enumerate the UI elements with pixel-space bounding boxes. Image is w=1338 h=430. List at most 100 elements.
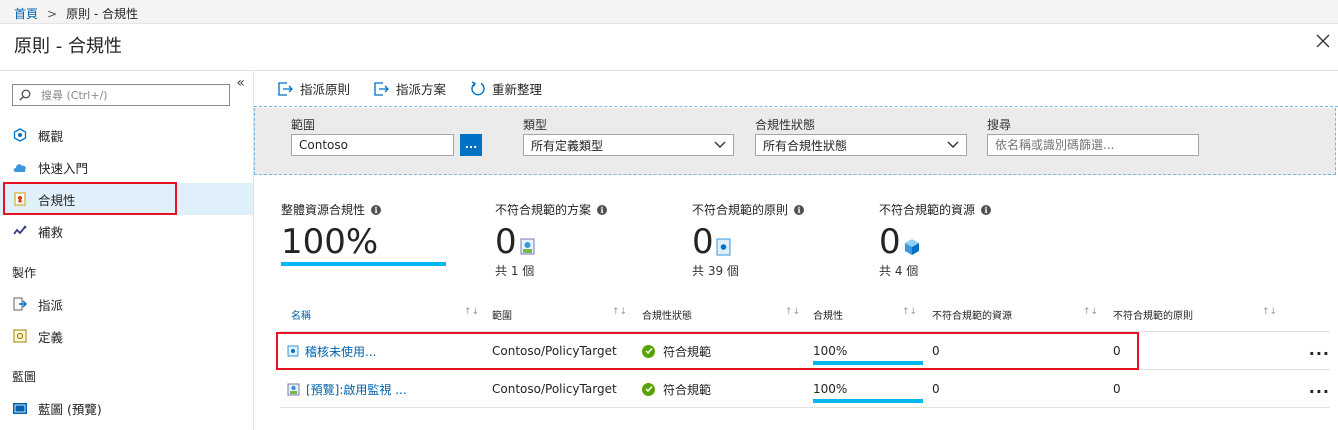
state-dropdown[interactable]: 所有合規性狀態 — [755, 134, 967, 156]
collapse-sidebar-icon[interactable]: « — [236, 75, 245, 91]
sidebar-search[interactable] — [12, 84, 230, 106]
sidebar-item-label: 指派 — [38, 297, 64, 313]
stat-overall-value: 100% — [281, 222, 379, 262]
more-options-icon[interactable]: ... — [1309, 340, 1330, 359]
sidebar-item-label: 概觀 — [38, 128, 64, 144]
sidebar-item-quickstart[interactable]: 快速入門 — [0, 151, 253, 183]
sidebar-item-definitions[interactable]: 定義 — [0, 320, 253, 352]
filter-search-input[interactable] — [987, 134, 1199, 156]
remediation-icon — [12, 223, 28, 239]
table-row[interactable]: [預覽]:啟用監視 ... Contoso/PolicyTarget 符合規範 … — [280, 370, 1330, 408]
info-icon[interactable]: i — [981, 204, 992, 215]
state-label: 合規性狀態 — [755, 118, 816, 132]
stat-initiatives-sub: 共 1 個 — [495, 264, 535, 278]
overview-icon — [12, 127, 28, 143]
sidebar-search-input[interactable] — [41, 88, 211, 102]
stat-resources-value: 0 — [879, 222, 901, 262]
column-header-scope[interactable]: 範圍 — [492, 303, 512, 325]
scope-picker-button[interactable]: ... — [460, 134, 482, 156]
sort-icon[interactable]: ↑↓ — [464, 307, 479, 317]
row-name-label: [預覽]:啟用監視 ... — [306, 382, 407, 397]
initiative-icon — [520, 238, 535, 255]
stat-policies-value: 0 — [692, 222, 714, 262]
assign-initiative-label: 指派方案 — [396, 82, 447, 97]
breadcrumb-home-link[interactable]: 首頁 — [14, 5, 38, 22]
sidebar-item-label: 藍圖 (預覽) — [38, 401, 102, 417]
assign-icon — [278, 81, 293, 96]
type-dropdown-value: 所有定義類型 — [531, 138, 604, 153]
stat-overall-bar — [281, 262, 446, 266]
definition-icon — [12, 328, 28, 344]
state-dropdown-value: 所有合規性狀態 — [763, 138, 848, 153]
top-bar: 首頁 > 原則 - 合規性 — [0, 0, 1338, 24]
row-noncompliant-policies: 0 — [1113, 382, 1121, 396]
sort-icon[interactable]: ↑↓ — [902, 307, 917, 317]
sort-icon[interactable]: ↑↓ — [1262, 307, 1277, 317]
column-header-noncompliant-resources[interactable]: 不符合規範的資源 — [932, 303, 1012, 325]
column-header-name[interactable]: 名稱 — [291, 303, 311, 325]
row-compliance-value: 100% — [813, 382, 848, 396]
breadcrumb: 首頁 > 原則 - 合規性 — [14, 5, 138, 22]
section-blueprints: 藍圖 — [12, 370, 37, 384]
cube-icon — [904, 239, 919, 255]
stat-resources-label: 不符合規範的資源 — [879, 203, 976, 217]
stat-overall: 整體資源合規性 i 100% — [281, 201, 446, 266]
scope-field[interactable]: Contoso — [291, 134, 454, 156]
stat-overall-label: 整體資源合規性 — [281, 203, 366, 217]
assign-initiative-button[interactable]: 指派方案 — [374, 79, 446, 98]
sidebar: « 概觀 快速入門 合規性 補救 製作 指派 — [0, 71, 254, 430]
column-header-state[interactable]: 合規性狀態 — [642, 303, 692, 325]
type-label: 類型 — [523, 118, 548, 132]
refresh-label: 重新整理 — [492, 82, 543, 97]
assign-icon — [12, 296, 28, 312]
chevron-down-icon — [947, 141, 959, 148]
breadcrumb-current: 原則 - 合規性 — [66, 7, 139, 21]
sidebar-item-remediation[interactable]: 補救 — [0, 215, 253, 247]
chevron-down-icon — [714, 141, 726, 148]
assign-policy-label: 指派原則 — [300, 82, 351, 97]
stat-policies: 不符合規範的原則 i 0 共 39 個 — [692, 201, 805, 279]
sidebar-item-label: 定義 — [38, 329, 64, 345]
filter-panel: 範圍 Contoso ... 類型 所有定義類型 合規性狀態 所有合規性狀態 搜… — [254, 108, 1336, 175]
sort-icon[interactable]: ↑↓ — [612, 307, 627, 317]
stat-initiatives-label: 不符合規範的方案 — [495, 203, 592, 217]
sidebar-item-blueprints[interactable]: 藍圖 (預覽) — [0, 392, 253, 424]
row-selection-highlight — [276, 332, 1139, 370]
refresh-button[interactable]: 重新整理 — [470, 79, 542, 98]
refresh-icon — [471, 80, 485, 95]
info-icon[interactable]: i — [597, 204, 608, 215]
section-authoring: 製作 — [12, 266, 37, 280]
initiative-icon — [287, 383, 300, 395]
assign-policy-button[interactable]: 指派原則 — [278, 79, 350, 98]
row-compliance: 100% — [813, 370, 933, 408]
compliance-selection-highlight — [3, 182, 177, 215]
stat-resources-sub: 共 4 個 — [879, 264, 919, 278]
more-options-icon[interactable]: ... — [1309, 378, 1330, 397]
scope-label: 範圍 — [291, 118, 316, 132]
stat-policies-label: 不符合規範的原則 — [692, 203, 789, 217]
sidebar-item-assignments[interactable]: 指派 — [0, 288, 253, 320]
sidebar-item-label: 補救 — [38, 224, 64, 240]
stat-initiatives: 不符合規範的方案 i 0 共 1 個 — [495, 201, 608, 279]
column-header-compliance[interactable]: 合規性 — [813, 303, 843, 325]
info-icon[interactable]: i — [794, 204, 805, 215]
row-noncompliant-resources: 0 — [932, 382, 940, 396]
row-compliance-bar — [813, 399, 923, 403]
sidebar-item-overview[interactable]: 概觀 — [0, 119, 253, 151]
column-header-noncompliant-policies[interactable]: 不符合規範的原則 — [1113, 303, 1193, 325]
main-content: 指派原則 指派方案 重新整理 範圍 Contoso ... 類型 所有定義類型 … — [254, 71, 1338, 430]
row-scope: Contoso/PolicyTarget — [492, 382, 617, 396]
close-icon[interactable] — [1314, 32, 1332, 50]
blueprint-icon — [12, 400, 28, 416]
row-name-link[interactable]: [預覽]:啟用監視 ... — [287, 370, 407, 408]
assign-icon — [374, 81, 389, 96]
check-circle-icon — [642, 382, 655, 396]
sort-icon[interactable]: ↑↓ — [785, 307, 800, 317]
sort-icon[interactable]: ↑↓ — [1083, 307, 1098, 317]
breadcrumb-separator-icon: > — [47, 6, 58, 21]
type-dropdown[interactable]: 所有定義類型 — [523, 134, 734, 156]
stat-initiatives-value: 0 — [495, 222, 517, 262]
policy-icon — [716, 238, 731, 256]
info-icon[interactable]: i — [371, 204, 382, 215]
cloud-icon — [12, 159, 28, 175]
